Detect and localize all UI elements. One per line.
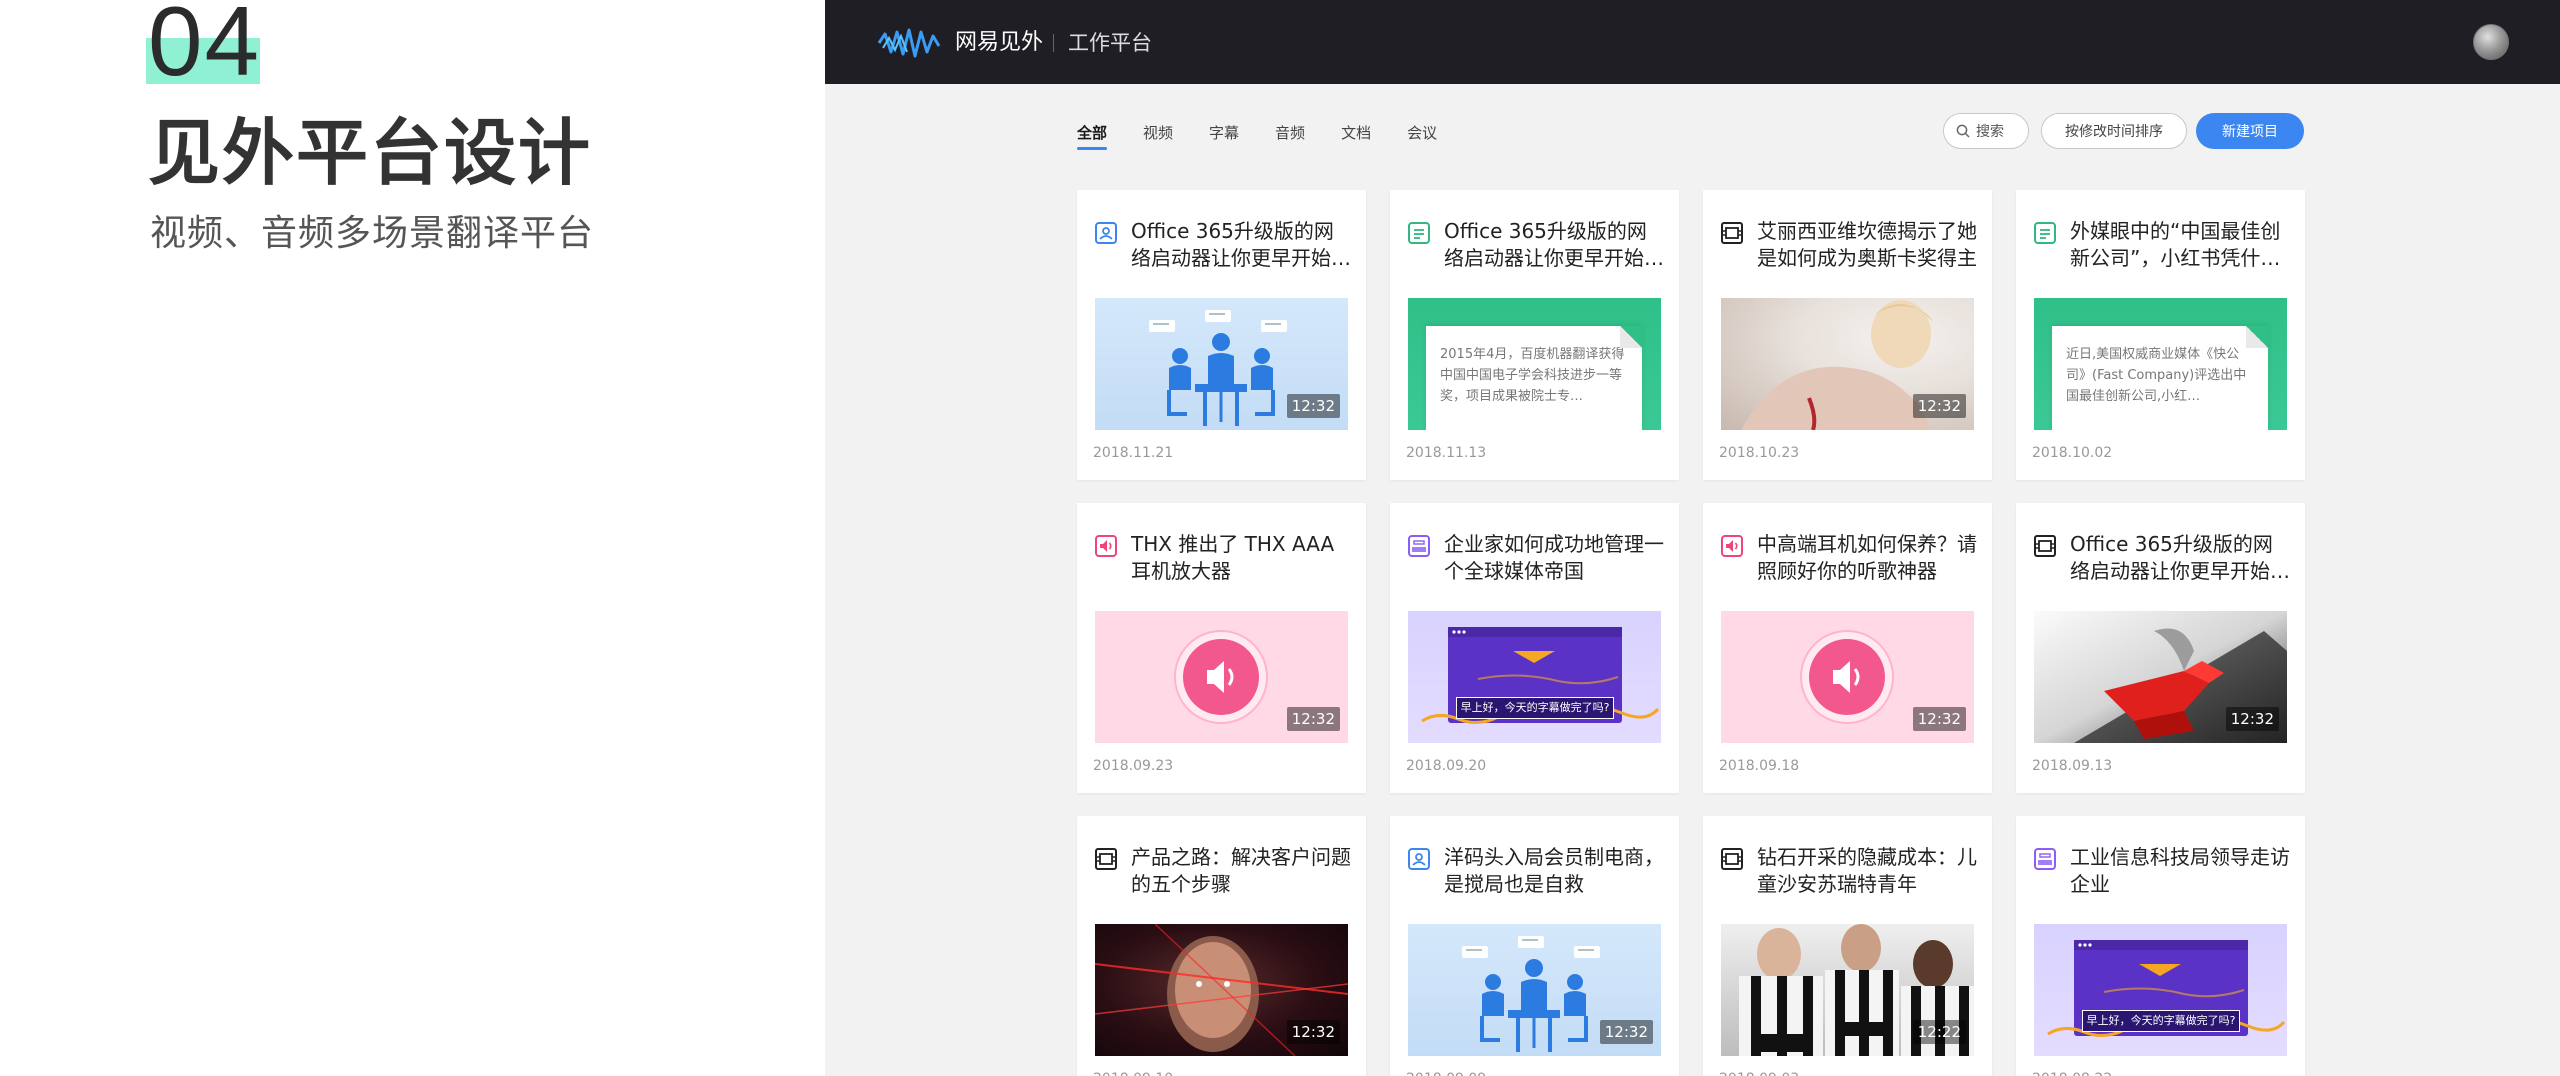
card-title[interactable]: 产品之路：解决客户问题的五个步骤 (1131, 844, 1353, 898)
subtitle-caption: 早上好，今天的字幕做完了吗? (1456, 697, 1614, 719)
document-excerpt: 2015年4月，百度机器翻译获得中国中国电子学会科技进步一等奖，项目成果被院士专… (1440, 347, 1625, 404)
logo-icon[interactable] (877, 28, 943, 58)
card-title[interactable]: Office 365升级版的网络启动器让你更早开始工作 (1131, 218, 1353, 272)
subtitle-thumbnail[interactable]: 早上好，今天的字幕做完了吗? (2034, 924, 2287, 1056)
meeting-icon (1408, 848, 1430, 870)
video-icon (1095, 848, 1117, 870)
card-date: 2018.10.02 (2032, 445, 2113, 461)
project-card[interactable]: Office 365升级版的网络启动器让你更早开始工作 12:32 2018.0… (2016, 503, 2305, 793)
subtitle-icon (2034, 848, 2056, 870)
card-title[interactable]: Office 365升级版的网络启动器让你更早开始工作 (1444, 218, 1666, 272)
section-title: 见外平台设计 (148, 111, 593, 195)
project-card[interactable]: Office 365升级版的网络启动器让你更早开始工作 12:32 2018.1… (1077, 190, 1366, 480)
search-label: 搜索 (1976, 124, 2004, 140)
project-card[interactable]: 工业信息科技局领导走访企业 早上好，今天的字幕做完了吗? 2018.08.22 (2016, 816, 2305, 1076)
section-number: 04 (148, 0, 262, 96)
meeting-thumbnail[interactable]: 12:32 (1408, 924, 1661, 1056)
document-thumbnail[interactable]: 近日,美国权威商业媒体《快公司》(Fast Company)评选出中国最佳创新公… (2034, 298, 2287, 430)
document-preview: 2015年4月，百度机器翻译获得中国中国电子学会科技进步一等奖，项目成果被院士专… (1426, 326, 1642, 430)
duration-badge: 12:32 (1599, 1020, 1653, 1044)
duration-badge: 12:32 (1286, 707, 1340, 731)
document-icon (1408, 222, 1430, 244)
video-icon (1721, 222, 1743, 244)
card-date: 2018.09.20 (1406, 758, 1487, 774)
card-date: 2018.09.13 (2032, 758, 2113, 774)
project-card[interactable]: Office 365升级版的网络启动器让你更早开始工作 2015年4月，百度机器… (1390, 190, 1679, 480)
duration-badge: 12:32 (1286, 1020, 1340, 1044)
brand-divider (1053, 34, 1054, 52)
card-title[interactable]: 中高端耳机如何保养？请照顾好你的听歌神器 (1757, 531, 1979, 585)
duration-badge: 12:32 (1912, 394, 1966, 418)
tab-1[interactable]: 视频 (1143, 122, 1173, 144)
project-card[interactable]: 中高端耳机如何保养？请照顾好你的听歌神器 12:32 2018.09.18 (1703, 503, 1992, 793)
video-thumbnail[interactable]: 12:32 (1721, 298, 1974, 430)
video-thumbnail[interactable]: 12:32 (1095, 924, 1348, 1056)
subtitle-caption: 早上好，今天的字幕做完了吗? (2082, 1010, 2240, 1032)
card-date: 2018.11.21 (1093, 445, 1174, 461)
duration-badge: 12:32 (1912, 707, 1966, 731)
card-title[interactable]: 洋码头入局会员制电商，是搅局也是自救 (1444, 844, 1666, 898)
card-title[interactable]: 企业家如何成功地管理一个全球媒体帝国 (1444, 531, 1666, 585)
card-title[interactable]: Office 365升级版的网络启动器让你更早开始工作 (2070, 531, 2292, 585)
card-title[interactable]: 工业信息科技局领导走访企业 (2070, 844, 2292, 898)
document-preview: 近日,美国权威商业媒体《快公司》(Fast Company)评选出中国最佳创新公… (2052, 326, 2268, 430)
project-card[interactable]: 产品之路：解决客户问题的五个步骤 12:32 2018.09.10 (1077, 816, 1366, 1076)
video-thumbnail[interactable]: 12:32 (2034, 611, 2287, 743)
tab-3[interactable]: 音频 (1275, 122, 1305, 144)
tab-5[interactable]: 会议 (1407, 122, 1437, 144)
card-date: 2018.09.03 (1719, 1070, 1799, 1076)
platform-name: 工作平台 (1068, 31, 1152, 55)
category-tabs: 全部 视频 字幕 音频 文档 会议 (1077, 122, 1473, 150)
tab-0[interactable]: 全部 (1077, 122, 1108, 150)
app-window: 网易见外 工作平台 全部 视频 字幕 音频 文档 会议 搜索 按修改时间排序 新建项目 O… (825, 0, 2560, 1076)
audio-icon (1721, 535, 1743, 557)
card-title[interactable]: 外媒眼中的“中国最佳创新公司”，小红书凭什… (2070, 218, 2292, 272)
document-excerpt: 近日,美国权威商业媒体《快公司》(Fast Company)评选出中国最佳创新公… (2066, 347, 2247, 404)
duration-badge: 12:32 (1286, 394, 1340, 418)
card-title[interactable]: 艾丽西亚维坎德揭示了她是如何成为奥斯卡奖得主 (1757, 218, 1979, 272)
subtitle-thumbnail[interactable]: 早上好，今天的字幕做完了吗? (1408, 611, 1661, 743)
duration-badge: 12:32 (2225, 707, 2279, 731)
project-card[interactable]: 钻石开采的隐藏成本：儿童沙安苏瑞特青年 12:22 2018.09.03 (1703, 816, 1992, 1076)
card-date: 2018.09.09 (1406, 1070, 1486, 1076)
top-bar: 网易见外 工作平台 (825, 0, 2560, 84)
card-date: 2018.11.13 (1406, 445, 1487, 461)
audio-icon (1095, 535, 1117, 557)
card-date: 2018.09.10 (1093, 1070, 1173, 1076)
search-icon (1956, 124, 1970, 138)
project-card[interactable]: 企业家如何成功地管理一个全球媒体帝国 早上好，今天的字幕做完了吗? 2018.0… (1390, 503, 1679, 793)
document-icon (2034, 222, 2056, 244)
duration-badge: 12:22 (1912, 1020, 1966, 1044)
project-card[interactable]: 洋码头入局会员制电商，是搅局也是自救 12:32 2018.09.09 (1390, 816, 1679, 1076)
card-date: 2018.08.22 (2032, 1070, 2112, 1076)
card-date: 2018.09.18 (1719, 758, 1800, 774)
card-title[interactable]: 钻石开采的隐藏成本：儿童沙安苏瑞特青年 (1757, 844, 1979, 898)
card-date: 2018.10.23 (1719, 445, 1800, 461)
video-icon (2034, 535, 2056, 557)
brand-name[interactable]: 网易见外 (955, 28, 1043, 58)
subtitle-illustration (2047, 940, 2286, 1037)
card-date: 2018.09.23 (1093, 758, 1174, 774)
project-card[interactable]: THX 推出了 THX AAA 耳机放大器 12:32 2018.09.23 (1077, 503, 1366, 793)
tab-4[interactable]: 文档 (1341, 122, 1371, 144)
meeting-icon (1095, 222, 1117, 244)
sort-button[interactable]: 按修改时间排序 (2041, 113, 2187, 149)
subtitle-icon (1408, 535, 1430, 557)
video-icon (1721, 848, 1743, 870)
meeting-thumbnail[interactable]: 12:32 (1095, 298, 1348, 430)
section-subtitle: 视频、音频多场景翻译平台 (150, 213, 595, 254)
audio-thumbnail[interactable]: 12:32 (1095, 611, 1348, 743)
project-card[interactable]: 外媒眼中的“中国最佳创新公司”，小红书凭什… 近日,美国权威商业媒体《快公司》(… (2016, 190, 2305, 480)
audio-thumbnail[interactable]: 12:32 (1721, 611, 1974, 743)
new-project-button[interactable]: 新建项目 (2196, 113, 2304, 149)
subtitle-illustration (1421, 627, 1660, 724)
project-card[interactable]: 艾丽西亚维坎德揭示了她是如何成为奥斯卡奖得主 12:32 2018.10.23 (1703, 190, 1992, 480)
document-thumbnail[interactable]: 2015年4月，百度机器翻译获得中国中国电子学会科技进步一等奖，项目成果被院士专… (1408, 298, 1661, 430)
video-thumbnail[interactable]: 12:22 (1721, 924, 1974, 1056)
tab-2[interactable]: 字幕 (1209, 122, 1239, 144)
user-avatar[interactable] (2473, 24, 2509, 60)
slide-panel: 04 见外平台设计 视频、音频多场景翻译平台 (0, 0, 825, 1076)
search-button[interactable]: 搜索 (1943, 113, 2029, 149)
card-title[interactable]: THX 推出了 THX AAA 耳机放大器 (1131, 531, 1353, 585)
